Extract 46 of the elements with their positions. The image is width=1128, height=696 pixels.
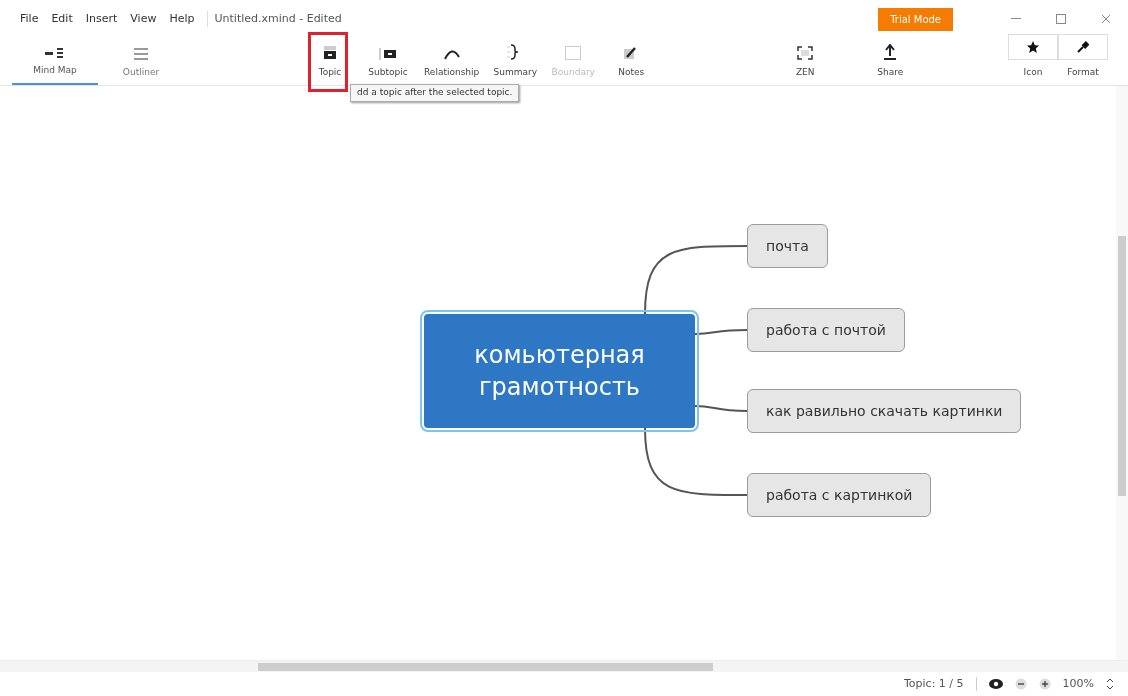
menu-item[interactable]: Insert xyxy=(85,10,118,28)
toolbar-button[interactable]: Relationship xyxy=(424,47,480,85)
view-tab[interactable]: Outliner xyxy=(98,47,184,85)
topic-icon xyxy=(323,45,337,60)
brush-icon xyxy=(1077,40,1089,53)
document-title: Untitled.xmind - Edited xyxy=(207,10,342,28)
expand-icon xyxy=(797,45,814,60)
zoom-level: 100% xyxy=(1062,675,1094,692)
horizontal-scrollbar[interactable] xyxy=(0,660,1128,672)
subtopic-node[interactable]: работа с почтой xyxy=(747,308,905,352)
scrollbar-thumb[interactable] xyxy=(258,663,713,671)
menu-item[interactable]: View xyxy=(130,10,157,28)
subtopic-node[interactable]: почта xyxy=(747,224,828,268)
connector-line xyxy=(694,405,748,412)
menu-item[interactable]: File xyxy=(20,10,39,28)
vertical-scrollbar[interactable] xyxy=(1116,86,1128,660)
eye-icon[interactable] xyxy=(988,679,1003,689)
curve-icon xyxy=(442,47,461,60)
upload-icon xyxy=(884,43,897,60)
subtopic-icon xyxy=(379,47,397,60)
toolbar-button[interactable]: Notes xyxy=(609,45,654,85)
maximize-icon[interactable] xyxy=(1055,14,1066,24)
subtopic-node[interactable]: как равильно скачать картинки xyxy=(747,389,1022,433)
zoom-out-icon[interactable] xyxy=(1014,678,1027,690)
menu-item[interactable]: Help xyxy=(169,10,195,28)
toolbar-button[interactable]: Share xyxy=(868,43,913,85)
list-icon xyxy=(134,47,148,60)
highlight-frame xyxy=(308,32,348,92)
mind-map-icon xyxy=(45,47,65,58)
pencil-note-icon xyxy=(624,45,639,60)
toolbar-button[interactable]: Summary xyxy=(493,43,538,85)
close-icon[interactable] xyxy=(1100,14,1111,24)
minimize-icon[interactable] xyxy=(1010,18,1021,20)
view-tab[interactable]: Mind Map xyxy=(12,47,98,85)
connector-line xyxy=(694,329,748,335)
topic-count: Topic: 1 / 5 xyxy=(903,675,964,692)
spinner-arrows-icon[interactable] xyxy=(1106,678,1114,690)
menu-item[interactable]: Edit xyxy=(51,10,73,28)
zoom-in-icon[interactable] xyxy=(1038,678,1051,690)
subtopic-node[interactable]: работа с картинкой xyxy=(747,473,932,517)
tooltip: dd a topic after the selected topic. xyxy=(350,84,520,102)
toolbar-button[interactable]: ZEN xyxy=(783,45,828,85)
scrollbar-thumb[interactable] xyxy=(1118,236,1126,496)
star-icon xyxy=(1027,40,1039,53)
toolbar-button[interactable]: Subtopic xyxy=(366,47,410,85)
square-icon xyxy=(565,45,582,60)
